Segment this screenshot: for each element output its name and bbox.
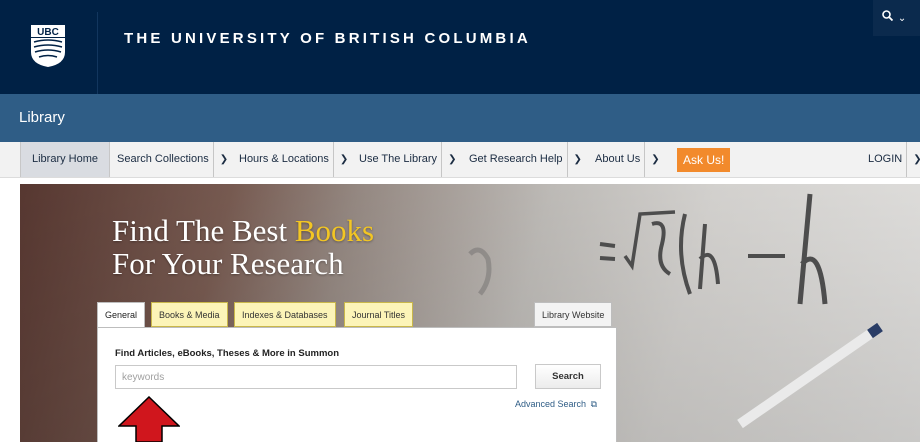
tab-library-website[interactable]: Library Website [534,302,613,327]
tab-general[interactable]: General [97,302,146,328]
library-bar: Library [0,94,920,142]
chevron-down-icon[interactable]: ❯ [212,142,228,177]
tab-books-media[interactable]: Books & Media [151,302,228,327]
svg-text:UBC: UBC [37,27,59,38]
keywords-input[interactable] [115,365,517,389]
site-header: UBC THE UNIVERSITY OF BRITISH COLUMBIA ⌄ [0,0,920,94]
advanced-search-label: Advanced Search [515,399,587,409]
headline-line1: Find The Best [112,213,295,248]
external-link-icon: ⧉ [590,399,597,409]
nav-use-the-library[interactable]: Use The Library ❯ [359,142,456,177]
advanced-search-link[interactable]: Advanced Search ⧉ [515,399,597,410]
library-title[interactable]: Library [19,109,65,126]
headline-line2: For Your Research [112,246,344,281]
chevron-down-icon[interactable]: ❯ [566,142,582,177]
search-tabs: General Books & Media Indexes & Database… [97,302,617,328]
nav-hours-locations[interactable]: Hours & Locations ❯ [239,142,348,177]
search-button[interactable]: Search [535,364,601,389]
tab-journal-titles[interactable]: Journal Titles [344,302,414,327]
nav-label: Search Collections [117,153,209,165]
nav-label: About Us [595,153,641,165]
nav-about-us[interactable]: About Us ❯ [595,142,660,177]
ubc-crest-icon: UBC [31,25,65,67]
nav-search-collections[interactable]: Search Collections ❯ [117,142,228,177]
nav-get-research-help[interactable]: Get Research Help ❯ [469,142,582,177]
nav-label: Hours & Locations [239,153,329,165]
red-arrow-annotation [118,396,180,442]
nav-library-home[interactable]: Library Home [20,142,111,177]
nav-label: Use The Library [359,153,438,165]
nav-login[interactable]: LOGIN❯ [868,142,920,177]
main-nav: Library Home Search Collections ❯ Hours &… [0,142,920,178]
ask-us-button[interactable]: Ask Us! [677,148,731,172]
tab-indexes-databases[interactable]: Indexes & Databases [234,302,336,327]
headline-highlight: Books [294,213,375,248]
chevron-down-icon[interactable]: ❯ [332,142,348,177]
chevron-down-icon[interactable]: ❯ [644,142,660,177]
chevron-down-icon: ⌄ [897,13,907,24]
login-label: LOGIN [868,153,903,165]
header-search-toggle[interactable]: ⌄ [873,0,920,36]
chevron-down-icon[interactable]: ❯ [441,142,456,177]
search-panel-title: Find Articles, eBooks, Theses & More in … [115,348,339,359]
nav-label: Library Home [32,153,99,165]
ubc-logo[interactable]: UBC [18,12,98,94]
hero-headline: Find The Best Books For Your Research [112,214,374,280]
nav-label: Get Research Help [469,153,563,165]
search-icon [882,8,894,24]
chevron-down-icon[interactable]: ❯ [906,142,920,177]
university-name[interactable]: THE UNIVERSITY OF BRITISH COLUMBIA [124,30,531,47]
